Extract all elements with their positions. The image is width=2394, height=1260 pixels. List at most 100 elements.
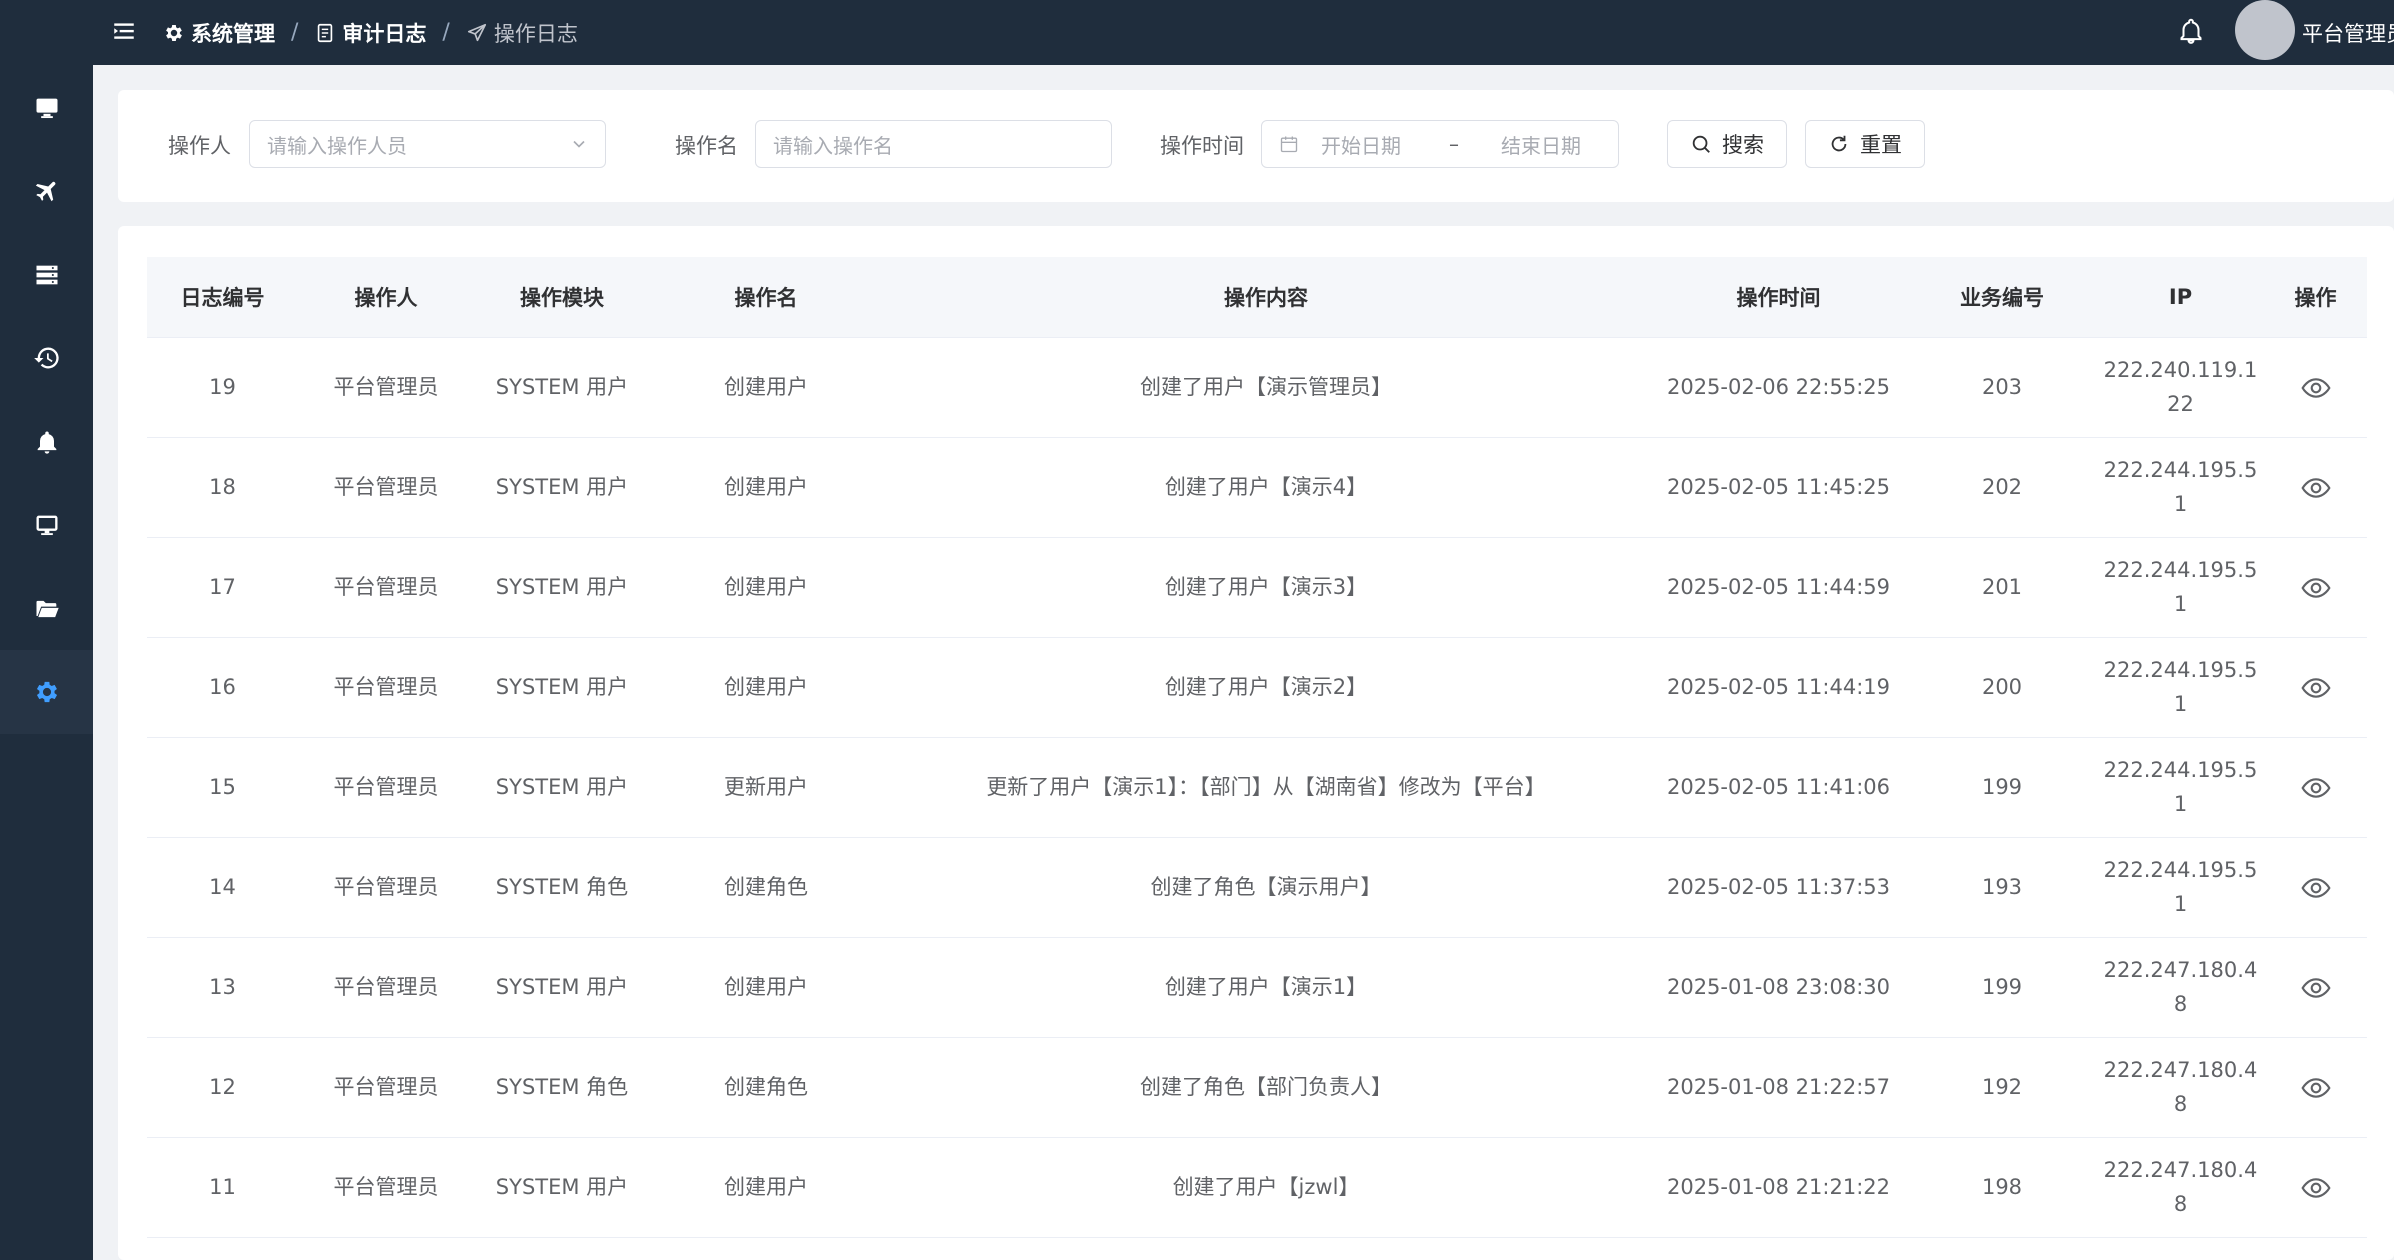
cell-log-id: 17 [147, 537, 298, 638]
sidebar-item-notifications[interactable] [0, 400, 93, 484]
view-eye-icon[interactable] [2300, 872, 2332, 904]
table-header-row: 日志编号 操作人 操作模块 操作名 操作内容 操作时间 业务编号 IP 操作 [147, 257, 2367, 338]
end-date-placeholder[interactable]: 结束日期 [1501, 130, 1581, 159]
cell-module: SYSTEM 角色 [474, 837, 650, 938]
cell-op-name: 创建角色 [650, 1037, 882, 1138]
time-label: 操作时间 [1160, 134, 1244, 158]
cell-operator: 平台管理员 [298, 937, 474, 1038]
cell-op-name: 创建用户 [650, 637, 882, 738]
cell-ip: 222.244.195.51 [2097, 737, 2264, 838]
view-eye-icon[interactable] [2300, 1172, 2332, 1204]
cell-time: 2025-02-05 11:37:53 [1650, 837, 1907, 938]
cell-actions [2264, 737, 2367, 838]
cell-operator: 平台管理员 [298, 437, 474, 538]
cell-actions [2264, 537, 2367, 638]
table-row: 16 平台管理员 SYSTEM 用户 创建用户 创建了用户【演示2】 2025-02-05… [147, 637, 2367, 738]
cell-module: SYSTEM 用户 [474, 1137, 650, 1238]
cell-time: 2025-01-08 23:08:30 [1650, 937, 1907, 1038]
view-eye-icon[interactable] [2300, 372, 2332, 404]
cell-ip: 222.247.180.48 [2097, 1037, 2264, 1138]
cell-log-id: 11 [147, 1137, 298, 1238]
server-icon [36, 265, 57, 285]
cell-content: 创建了角色【演示用户】 [882, 837, 1650, 938]
cell-biz-id: 203 [1907, 337, 2097, 438]
cell-log-id: 12 [147, 1037, 298, 1138]
date-range-picker[interactable]: 开始日期 – 结束日期 [1261, 120, 1619, 168]
sidebar-item-settings[interactable] [0, 650, 93, 734]
operator-placeholder: 请输入操作人员 [267, 133, 407, 158]
bell-icon[interactable] [2176, 16, 2206, 46]
operator-label: 操作人 [168, 134, 231, 158]
cell-time: 2025-01-08 21:22:57 [1650, 1037, 1907, 1138]
cell-biz-id: 201 [1907, 537, 2097, 638]
view-eye-icon[interactable] [2300, 672, 2332, 704]
breadcrumb-label: 操作日志 [493, 21, 578, 46]
cell-module: SYSTEM 用户 [474, 637, 650, 738]
breadcrumb-system[interactable]: 系统管理 [163, 18, 275, 48]
cell-op-name: 创建用户 [650, 537, 882, 638]
history-icon [33, 347, 59, 369]
cell-time: 2025-02-05 11:44:59 [1650, 537, 1907, 638]
view-eye-icon[interactable] [2300, 472, 2332, 504]
view-eye-icon[interactable] [2300, 1072, 2332, 1104]
cell-log-id: 15 [147, 737, 298, 838]
cell-ip: 222.244.195.51 [2097, 537, 2264, 638]
cell-op-name: 创建用户 [650, 937, 882, 1038]
hamburger-menu-icon[interactable] [111, 18, 137, 44]
bell-icon [37, 431, 56, 454]
sidebar-item-files[interactable] [0, 567, 93, 651]
cell-op-name: 更新用户 [650, 737, 882, 838]
sidebar-item-flight[interactable] [0, 149, 93, 233]
view-eye-icon[interactable] [2300, 772, 2332, 804]
cell-log-id: 19 [147, 337, 298, 438]
cell-actions [2264, 1037, 2367, 1138]
cell-op-name: 创建用户 [650, 437, 882, 538]
cell-module: SYSTEM 用户 [474, 437, 650, 538]
breadcrumb-label: 审计日志 [342, 21, 427, 46]
opname-placeholder: 请输入操作名 [773, 133, 893, 158]
cell-content: 更新了用户【演示1】：【部门】从【湖南省】修改为【平台】 [882, 737, 1650, 838]
header-ip: IP [2097, 257, 2264, 338]
cell-module: SYSTEM 用户 [474, 937, 650, 1038]
document-icon [318, 23, 333, 42]
cell-biz-id: 192 [1907, 1037, 2097, 1138]
header-op-name: 操作名 [650, 257, 882, 338]
send-icon [467, 23, 486, 41]
sidebar-item-dashboard[interactable] [0, 66, 93, 150]
cell-biz-id: 199 [1907, 937, 2097, 1038]
sidebar-item-display[interactable] [0, 483, 93, 567]
range-separator: – [1449, 132, 1459, 156]
sidebar-item-history[interactable] [0, 316, 93, 400]
breadcrumb-separator: / [442, 20, 450, 45]
breadcrumb-audit[interactable]: 审计日志 [314, 18, 426, 48]
operation-log-table: 日志编号 操作人 操作模块 操作名 操作内容 操作时间 业务编号 IP 操作 1… [147, 257, 2367, 1238]
search-icon [1692, 135, 1710, 153]
cell-time: 2025-02-05 11:44:19 [1650, 637, 1907, 738]
avatar[interactable] [2235, 0, 2295, 60]
calendar-icon [1280, 136, 1298, 153]
cell-operator: 平台管理员 [298, 837, 474, 938]
user-name[interactable]: 平台管理员 [2302, 18, 2394, 48]
table-row: 17 平台管理员 SYSTEM 用户 创建用户 创建了用户【演示3】 2025-02-05… [147, 537, 2367, 638]
cell-time: 2025-01-08 21:21:22 [1650, 1137, 1907, 1238]
reset-button[interactable]: 重置 [1805, 120, 1925, 168]
cell-biz-id: 199 [1907, 737, 2097, 838]
view-eye-icon[interactable] [2300, 572, 2332, 604]
view-eye-icon[interactable] [2300, 972, 2332, 1004]
cell-ip: 222.244.195.51 [2097, 837, 2264, 938]
opname-input[interactable]: 请输入操作名 [755, 120, 1112, 168]
search-button[interactable]: 搜索 [1667, 120, 1787, 168]
cell-time: 2025-02-05 11:45:25 [1650, 437, 1907, 538]
refresh-icon [1831, 135, 1847, 152]
cell-content: 创建了角色【部门负责人】 [882, 1037, 1650, 1138]
operator-select[interactable]: 请输入操作人员 [249, 120, 606, 168]
table-row: 18 平台管理员 SYSTEM 用户 创建用户 创建了用户【演示4】 2025-02-05… [147, 437, 2367, 538]
sidebar-item-server[interactable] [0, 233, 93, 317]
cell-module: SYSTEM 用户 [474, 337, 650, 438]
gear-icon [36, 681, 57, 703]
cell-operator: 平台管理员 [298, 637, 474, 738]
reset-button-label: 重置 [1860, 133, 1902, 157]
start-date-placeholder[interactable]: 开始日期 [1321, 130, 1401, 159]
cell-time: 2025-02-05 11:41:06 [1650, 737, 1907, 838]
cell-ip: 222.244.195.51 [2097, 437, 2264, 538]
